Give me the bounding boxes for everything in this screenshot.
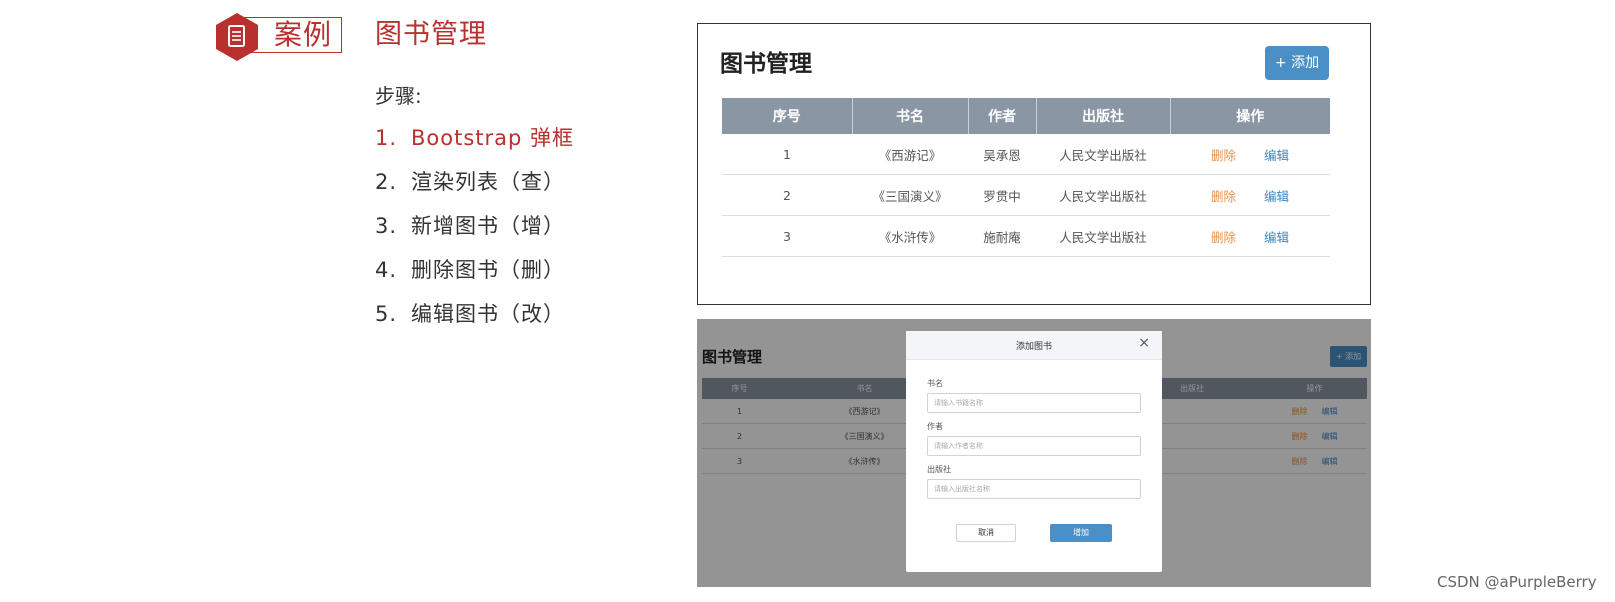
author-input[interactable]: 请输入作者名称	[927, 436, 1141, 456]
cell-id: 3	[722, 215, 852, 257]
edit-link[interactable]: 编辑	[1264, 148, 1289, 163]
case-tag: 案例	[216, 13, 344, 61]
edit-link[interactable]: 编辑	[1264, 189, 1289, 204]
cell-actions: 删除 编辑	[1170, 215, 1330, 257]
cell-actions: 删除 编辑	[1170, 174, 1330, 216]
book-table: 序号 书名 作者 出版社 操作 1 《西游记》 吴承恩 人民文学出版社 删除 编辑…	[722, 98, 1330, 257]
delete-link[interactable]: 删除	[1211, 148, 1236, 163]
add-book-modal: 添加图书 × 书名 请输入书籍名称 作者 请输入作者名称 出版社 请输入出版社名…	[906, 331, 1162, 572]
cell-name: 《西游记》	[852, 134, 968, 175]
cell-author: 吴承恩	[968, 134, 1036, 175]
steps-heading: 步骤:	[375, 84, 422, 108]
book-list-screenshot: 图书管理 + 添加 序号 书名 作者 出版社 操作 1 《西游记》 吴承恩 人民…	[697, 23, 1371, 305]
edit-link[interactable]: 编辑	[1264, 230, 1289, 245]
table-row: 3 《水浒传》 施耐庵 人民文学出版社 删除 编辑	[722, 215, 1330, 257]
step-label: Bootstrap 弹框	[411, 126, 575, 150]
case-title: 图书管理	[375, 19, 487, 50]
step-label: 编辑图书（改）	[411, 302, 565, 326]
column-header-name: 书名	[852, 98, 969, 134]
column-header-author: 作者	[968, 98, 1037, 134]
step-item: 2. 渲染列表（查）	[375, 168, 574, 212]
publisher-label: 出版社	[927, 465, 951, 474]
add-book-button[interactable]: + 添加	[1265, 46, 1329, 80]
steps-list: 1. Bootstrap 弹框 2. 渲染列表（查） 3. 新增图书（增） 4.…	[375, 124, 574, 344]
book-name-label: 书名	[927, 379, 943, 388]
delete-link[interactable]: 删除	[1211, 230, 1236, 245]
page-title: 图书管理	[720, 51, 812, 77]
step-number: 4.	[375, 258, 398, 282]
cell-id: 1	[722, 134, 852, 175]
table-row: 2 《三国演义》 罗贯中 人民文学出版社 删除 编辑	[722, 174, 1330, 216]
modal-title: 添加图书	[1015, 342, 1052, 352]
modal-header: 添加图书 ×	[906, 331, 1162, 360]
step-number: 2.	[375, 170, 398, 194]
cell-name: 《三国演义》	[852, 174, 968, 216]
cell-publisher: 人民文学出版社	[1036, 174, 1170, 216]
column-header-id: 序号	[722, 98, 853, 134]
cancel-button[interactable]: 取消	[956, 524, 1016, 542]
cell-author: 罗贯中	[968, 174, 1036, 216]
document-icon	[216, 13, 258, 61]
column-header-actions: 操作	[1170, 98, 1330, 134]
watermark: CSDN @aPurpleBerry	[1437, 573, 1597, 591]
column-header-publisher: 出版社	[1036, 98, 1171, 134]
cell-publisher: 人民文学出版社	[1036, 134, 1170, 175]
author-label: 作者	[927, 422, 943, 431]
cell-author: 施耐庵	[968, 215, 1036, 257]
table-row: 1 《西游记》 吴承恩 人民文学出版社 删除 编辑	[722, 134, 1330, 175]
step-label: 新增图书（增）	[411, 214, 565, 238]
step-label: 删除图书（删）	[411, 258, 565, 282]
step-item: 1. Bootstrap 弹框	[375, 124, 574, 168]
step-number: 5.	[375, 302, 398, 326]
step-number: 3.	[375, 214, 398, 238]
step-label: 渲染列表（查）	[411, 170, 565, 194]
book-name-input[interactable]: 请输入书籍名称	[927, 393, 1141, 413]
add-modal-screenshot: 图书管理 + 添加 序号 书名 出版社 操作 1 《西游记》 文学出版社 删除编…	[697, 319, 1371, 587]
table-header-row: 序号 书名 作者 出版社 操作	[722, 98, 1330, 134]
close-icon[interactable]: ×	[1138, 335, 1150, 351]
case-tag-label: 案例	[274, 18, 333, 51]
step-item: 3. 新增图书（增）	[375, 212, 574, 256]
cell-id: 2	[722, 174, 852, 216]
submit-button[interactable]: 增加	[1050, 524, 1112, 542]
cell-publisher: 人民文学出版社	[1036, 215, 1170, 257]
cell-name: 《水浒传》	[852, 215, 968, 257]
step-item: 4. 删除图书（删）	[375, 256, 574, 300]
step-number: 1.	[375, 126, 398, 150]
publisher-input[interactable]: 请输入出版社名称	[927, 479, 1141, 499]
step-item: 5. 编辑图书（改）	[375, 300, 574, 344]
cell-actions: 删除 编辑	[1170, 134, 1330, 175]
delete-link[interactable]: 删除	[1211, 189, 1236, 204]
